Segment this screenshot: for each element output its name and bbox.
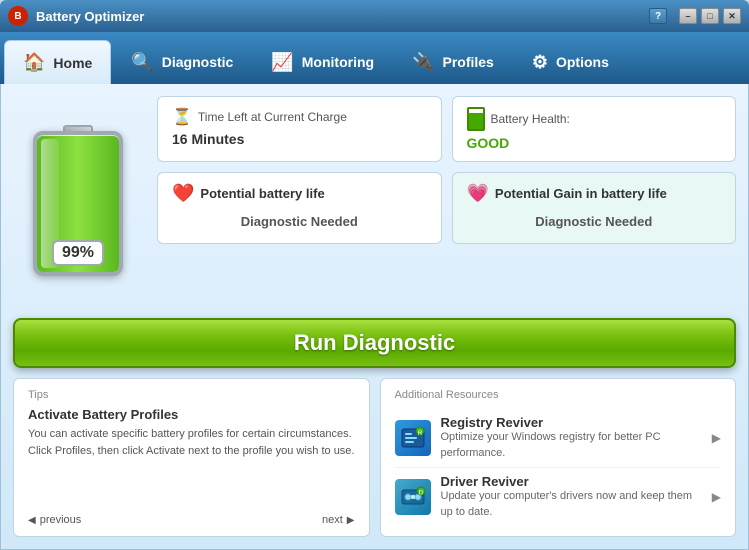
bottom-section: Tips Activate Battery Profiles You can a… (13, 378, 736, 537)
app-title: Battery Optimizer (36, 9, 144, 24)
driver-reviver-title: Driver Reviver (441, 474, 702, 489)
maximize-button[interactable]: □ (701, 8, 719, 24)
resource-registry-reviver[interactable]: R Registry Reviver Optimize your Windows… (395, 409, 722, 468)
tips-next-button[interactable]: next ▶ (322, 514, 355, 526)
tab-profiles[interactable]: 🔌 Profiles (394, 40, 512, 84)
close-button[interactable]: ✕ (723, 8, 741, 24)
battery-health-icon (467, 107, 485, 131)
tips-prev-button[interactable]: ◀ previous (28, 514, 81, 526)
svg-text:R: R (417, 431, 422, 437)
registry-reviver-desc: Optimize your Windows registry for bette… (441, 430, 702, 461)
options-icon: ⚙ (532, 52, 548, 73)
time-left-value: 16 Minutes (172, 131, 427, 147)
main-content: 99% ⏳ Time Left at Current Charge 16 Min… (0, 84, 749, 550)
svg-text:D: D (418, 491, 423, 497)
top-section: 99% ⏳ Time Left at Current Charge 16 Min… (13, 96, 736, 308)
run-diagnostic-button[interactable]: Run Diagnostic (13, 318, 736, 368)
potential-life-title: Potential battery life (200, 186, 324, 201)
diagnostic-icon: 🔍 (131, 52, 153, 73)
tips-title: Activate Battery Profiles (28, 407, 355, 422)
potential-life-card: ❤️ Potential battery life Diagnostic Nee… (157, 172, 442, 244)
registry-reviver-arrow-icon: ▶ (712, 431, 721, 445)
help-button[interactable]: ? (649, 8, 667, 24)
minimize-button[interactable]: – (679, 8, 697, 24)
battery-health-value: GOOD (467, 135, 722, 151)
tab-monitoring[interactable]: 📈 Monitoring (253, 40, 392, 84)
battery-visual: 99% (33, 125, 123, 280)
registry-reviver-text: Registry Reviver Optimize your Windows r… (441, 415, 702, 461)
driver-reviver-text: Driver Reviver Update your computer's dr… (441, 474, 702, 520)
resource-driver-reviver[interactable]: D Driver Reviver Update your computer's … (395, 468, 722, 526)
app-logo: B (8, 6, 28, 26)
home-icon: 🏠 (23, 52, 45, 73)
title-bar: B Battery Optimizer ? – □ ✕ (0, 0, 749, 32)
potential-gain-title: Potential Gain in battery life (495, 186, 667, 201)
potential-gain-header: 💗 Potential Gain in battery life (467, 183, 722, 204)
battery-container: 99% (13, 96, 143, 308)
tab-diagnostic[interactable]: 🔍 Diagnostic (113, 40, 251, 84)
monitoring-icon: 📈 (271, 52, 293, 73)
nav-bar: 🏠 Home 🔍 Diagnostic 📈 Monitoring 🔌 Profi… (0, 32, 749, 84)
battery-health-label: Battery Health: (467, 107, 722, 131)
registry-reviver-title: Registry Reviver (441, 415, 702, 430)
time-left-label: ⏳ Time Left at Current Charge (172, 107, 427, 127)
top-info-row: ⏳ Time Left at Current Charge 16 Minutes… (157, 96, 736, 162)
tips-text: You can activate specific battery profil… (28, 426, 355, 506)
time-left-card: ⏳ Time Left at Current Charge 16 Minutes (157, 96, 442, 162)
driver-reviver-icon: D (395, 479, 431, 515)
resources-section-label: Additional Resources (395, 389, 722, 401)
potential-gain-card: 💗 Potential Gain in battery life Diagnos… (452, 172, 737, 244)
heart-plus-icon: 💗 (467, 183, 489, 204)
tips-nav: ◀ previous next ▶ (28, 514, 355, 526)
tips-section-label: Tips (28, 389, 355, 401)
battery-body: 99% (33, 131, 123, 276)
potential-life-header: ❤️ Potential battery life (172, 183, 427, 204)
resources-panel: Additional Resources R Registry Reviver (380, 378, 737, 537)
prev-arrow-icon: ◀ (28, 515, 36, 526)
battery-percent: 99% (52, 240, 104, 266)
driver-reviver-arrow-icon: ▶ (712, 490, 721, 504)
info-panel: ⏳ Time Left at Current Charge 16 Minutes… (157, 96, 736, 308)
potential-gain-value: Diagnostic Needed (467, 210, 722, 233)
potential-row: ❤️ Potential battery life Diagnostic Nee… (157, 172, 736, 244)
tab-options[interactable]: ⚙ Options (514, 40, 627, 84)
profiles-icon: 🔌 (412, 52, 434, 73)
potential-life-value: Diagnostic Needed (172, 210, 427, 233)
window-controls: ? – □ ✕ (649, 8, 741, 24)
driver-reviver-desc: Update your computer's drivers now and k… (441, 489, 702, 520)
next-arrow-icon: ▶ (347, 515, 355, 526)
tips-panel: Tips Activate Battery Profiles You can a… (13, 378, 370, 537)
heart-icon: ❤️ (172, 183, 194, 204)
tab-home[interactable]: 🏠 Home (4, 40, 111, 84)
battery-health-card: Battery Health: GOOD (452, 96, 737, 162)
hourglass-icon: ⏳ (172, 107, 192, 127)
registry-reviver-icon: R (395, 420, 431, 456)
